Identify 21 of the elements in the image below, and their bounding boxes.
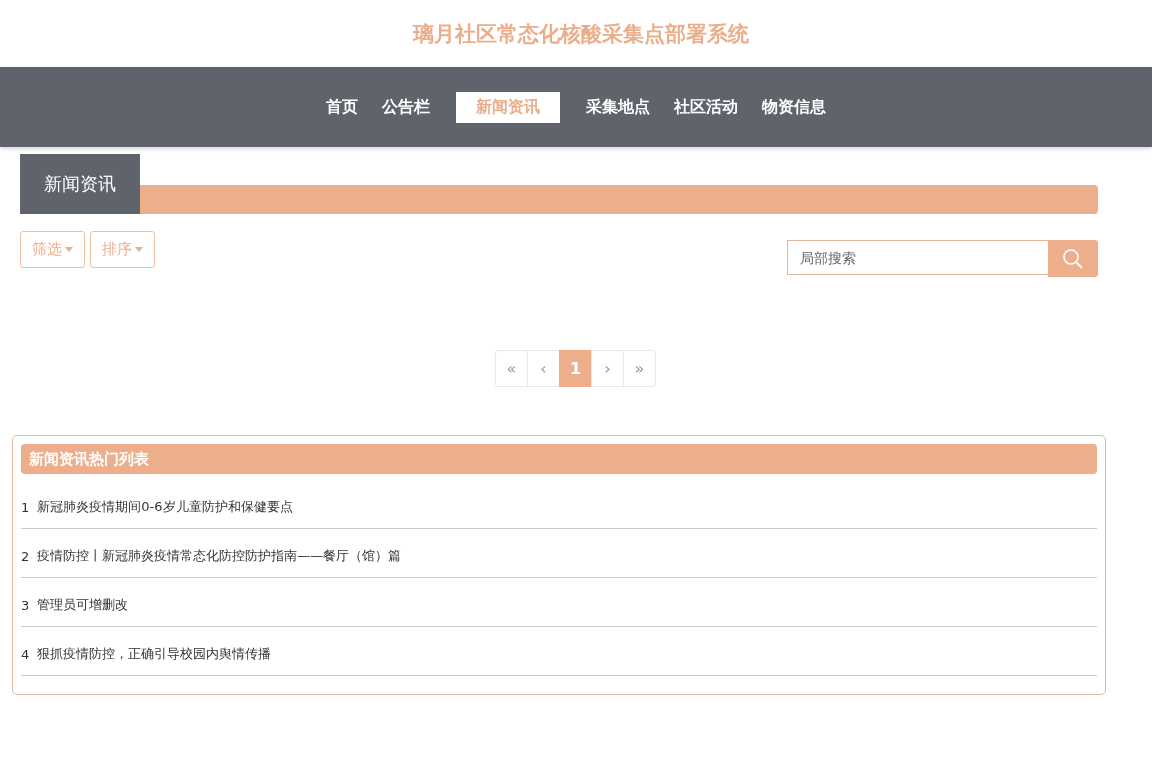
section-title: 新闻资讯 — [20, 154, 140, 214]
caret-icon — [135, 247, 143, 252]
hot-list-title: 新闻资讯热门列表 — [21, 444, 1097, 474]
list-number: 1 — [21, 499, 30, 515]
list-number: 4 — [21, 646, 30, 662]
news-link[interactable]: 疫情防控丨新冠肺炎疫情常态化防控防护指南——餐厅（馆）篇 — [37, 547, 402, 565]
list-number: 3 — [21, 597, 30, 613]
news-link[interactable]: 狠抓疫情防控，正确引导校园内舆情传播 — [37, 645, 272, 663]
site-title: 璃月社区常态化核酸采集点部署系统 — [413, 20, 749, 48]
news-link[interactable]: 新冠肺炎疫情期间0-6岁儿童防护和保健要点 — [37, 498, 293, 516]
nav-link[interactable]: 物资信息 — [752, 91, 836, 123]
nav-link[interactable]: 社区活动 — [664, 91, 748, 123]
search-icon — [1062, 247, 1084, 270]
search-button[interactable] — [1048, 240, 1098, 277]
caret-icon — [65, 247, 73, 252]
search-field[interactable]: 局部搜索 — [787, 240, 1048, 275]
nav-link[interactable]: 采集地点 — [576, 91, 660, 123]
nav-link[interactable]: 首页 — [316, 91, 368, 123]
nav-link[interactable]: 公告栏 — [372, 91, 440, 123]
list-number: 2 — [21, 548, 30, 564]
news-link[interactable]: 管理员可增删改 — [37, 596, 129, 614]
